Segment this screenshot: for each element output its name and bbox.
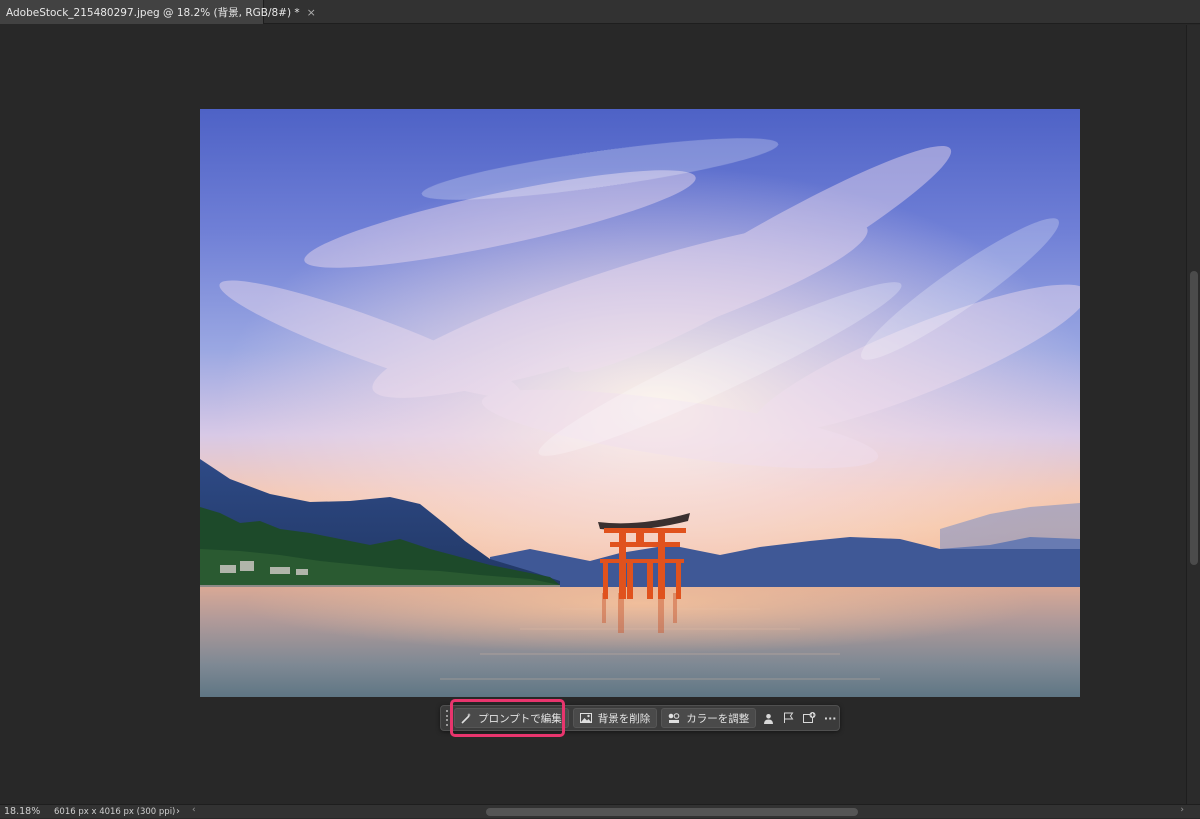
document-info: 6016 px x 4016 px (300 ppi) — [54, 807, 176, 817]
drag-handle-icon[interactable] — [443, 708, 450, 728]
scroll-right-icon[interactable]: › — [1180, 805, 1184, 815]
generate-icon[interactable] — [801, 708, 819, 728]
scroll-left-icon[interactable]: ‹ — [192, 805, 196, 815]
adjust-color-button[interactable]: カラーを調整 — [661, 708, 757, 728]
color-adjust-icon — [668, 712, 680, 724]
document-tab-bar: AdobeStock_215480297.jpeg @ 18.2% (背景, R… — [0, 0, 1200, 24]
torii-sunset-photo — [200, 109, 1080, 697]
person-icon[interactable] — [759, 708, 777, 728]
wand-sparkle-icon — [461, 712, 472, 724]
close-tab-icon[interactable]: × — [307, 6, 316, 19]
zoom-level[interactable]: 18.18% — [4, 805, 40, 819]
prompt-edit-button[interactable]: プロンプトで編集 — [454, 708, 569, 728]
remove-background-button[interactable]: 背景を削除 — [572, 708, 658, 728]
image-icon — [579, 713, 592, 723]
more-options-icon[interactable]: ··· — [821, 708, 839, 728]
status-menu-arrow-icon[interactable]: › — [176, 805, 180, 819]
vertical-scrollbar[interactable] — [1186, 25, 1200, 804]
horizontal-scrollbar-thumb[interactable] — [486, 808, 858, 816]
status-bar: 18.18% 6016 px x 4016 px (300 ppi) › ‹ › — [0, 804, 1200, 818]
document-tab[interactable]: AdobeStock_215480297.jpeg @ 18.2% (背景, R… — [0, 0, 316, 24]
vertical-scrollbar-thumb[interactable] — [1190, 271, 1198, 565]
horizontal-scrollbar[interactable]: ‹ › — [190, 805, 1186, 818]
prompt-edit-label: プロンプトで編集 — [478, 712, 562, 725]
remove-background-label: 背景を削除 — [597, 712, 651, 725]
adjust-color-label: カラーを調整 — [686, 712, 750, 725]
document-tab-title: AdobeStock_215480297.jpeg @ 18.2% (背景, R… — [6, 6, 300, 19]
document-image — [200, 109, 1080, 697]
flag-icon[interactable] — [780, 708, 798, 728]
contextual-task-bar: プロンプトで編集 背景を削除 カラーを調整 ··· — [440, 705, 840, 731]
